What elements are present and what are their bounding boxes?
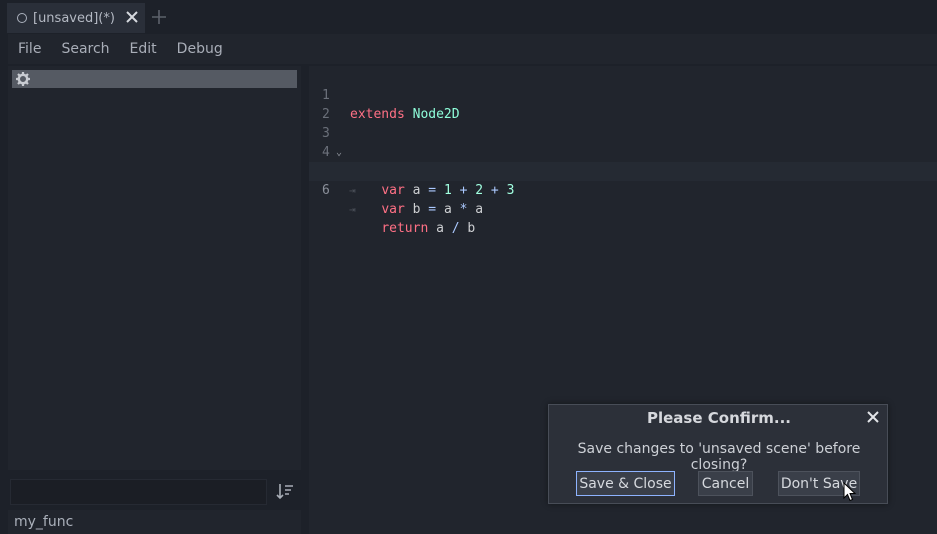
code-line-5: 5 ⇥ var b = a * a (309, 143, 937, 217)
add-tab-icon[interactable] (151, 9, 167, 25)
code-line-6: 6 ⇥ return a / b (309, 162, 937, 236)
code-line-4: 4 ⇥ var a = 1 + 2 + 3 (322, 145, 515, 198)
menu-edit[interactable]: Edit (120, 34, 167, 64)
script-list-header[interactable] (12, 70, 297, 88)
menu-file[interactable]: File (8, 34, 51, 64)
gear-icon (16, 72, 30, 86)
unsaved-scene-icon (17, 13, 27, 23)
save-and-close-button[interactable]: Save & Close (576, 471, 675, 496)
close-dialog-icon[interactable] (866, 410, 880, 424)
dialog-title: Please Confirm... (647, 409, 791, 427)
method-item-my-func[interactable]: my_func (14, 514, 73, 530)
scene-tab[interactable]: [unsaved](*) (7, 3, 145, 33)
code-line-1: 1 extends Node2D (322, 88, 460, 122)
menu-bar: File Search Edit Debug (8, 34, 937, 64)
code-line-2: 2 (309, 86, 937, 122)
close-tab-icon[interactable] (125, 10, 139, 24)
sort-icon[interactable] (275, 481, 295, 501)
method-filter-input[interactable] (10, 479, 267, 505)
line-number: 6 (322, 183, 330, 198)
tab-indent-icon: ⇥ (349, 184, 356, 197)
mouse-cursor-icon (843, 482, 857, 502)
menu-debug[interactable]: Debug (167, 34, 233, 64)
script-list-panel (8, 66, 301, 470)
method-list: my_func (8, 510, 301, 534)
menu-search[interactable]: Search (51, 34, 119, 64)
tab-indent-icon: ⇥ (349, 203, 356, 216)
code-line-3: 3 ⌄ func my_func(): (309, 105, 937, 179)
scene-tab-bar: [unsaved](*) (0, 0, 937, 34)
scene-tab-label: [unsaved](*) (33, 10, 115, 26)
dialog-message: Save changes to 'unsaved scene' before c… (577, 441, 861, 473)
confirm-dialog: Please Confirm... Save changes to 'unsav… (548, 404, 888, 504)
cancel-button[interactable]: Cancel (698, 471, 753, 496)
